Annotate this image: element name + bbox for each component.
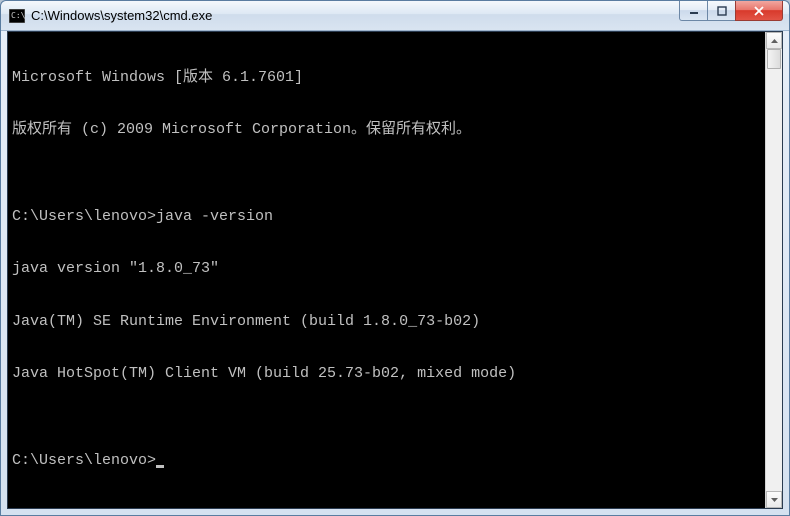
scroll-down-button[interactable]	[766, 491, 782, 508]
console-line: 版权所有 (c) 2009 Microsoft Corporation。保留所有…	[12, 121, 761, 138]
chevron-down-icon	[771, 498, 778, 502]
console-output[interactable]: Microsoft Windows [版本 6.1.7601] 版权所有 (c)…	[8, 32, 765, 508]
minimize-icon	[689, 6, 699, 16]
prompt-line: C:\Users\lenovo>	[12, 452, 761, 469]
cursor	[156, 465, 164, 468]
client-area: Microsoft Windows [版本 6.1.7601] 版权所有 (c)…	[7, 31, 783, 509]
cmd-icon: C:\	[9, 9, 25, 23]
vertical-scrollbar[interactable]	[765, 32, 782, 508]
console-line: Java HotSpot(TM) Client VM (build 25.73-…	[12, 365, 761, 382]
close-button[interactable]	[735, 1, 783, 21]
close-icon	[753, 6, 765, 16]
svg-text:C:\: C:\	[11, 11, 25, 20]
maximize-button[interactable]	[707, 1, 736, 21]
chevron-up-icon	[771, 39, 778, 43]
console-line: Microsoft Windows [版本 6.1.7601]	[12, 69, 761, 86]
console-line: Java(TM) SE Runtime Environment (build 1…	[12, 313, 761, 330]
titlebar[interactable]: C:\ C:\Windows\system32\cmd.exe	[1, 1, 789, 31]
cmd-window: C:\ C:\Windows\system32\cmd.exe	[0, 0, 790, 516]
scroll-thumb[interactable]	[767, 49, 781, 69]
console-line: java version "1.8.0_73"	[12, 260, 761, 277]
console-line: C:\Users\lenovo>java -version	[12, 208, 761, 225]
window-title: C:\Windows\system32\cmd.exe	[31, 8, 680, 23]
scroll-up-button[interactable]	[766, 32, 782, 49]
window-controls	[680, 1, 787, 30]
prompt-text: C:\Users\lenovo>	[12, 452, 156, 469]
minimize-button[interactable]	[679, 1, 708, 21]
scroll-track[interactable]	[766, 49, 782, 491]
maximize-icon	[717, 6, 727, 16]
